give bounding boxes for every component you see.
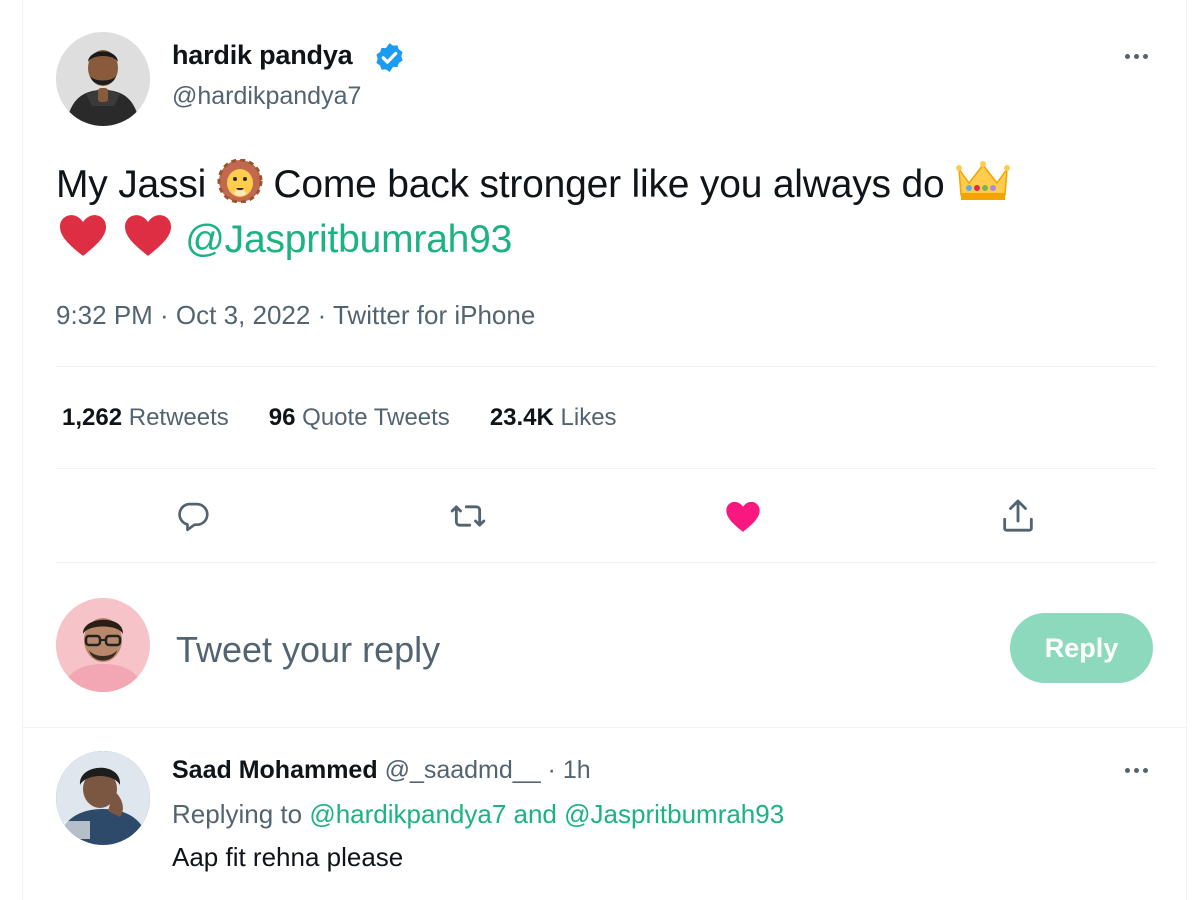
timeline-left-border xyxy=(22,0,23,900)
replying-user-link[interactable]: @hardikpandya7 xyxy=(309,799,506,829)
more-icon[interactable] xyxy=(1116,44,1156,68)
author-avatar[interactable] xyxy=(56,32,150,126)
retweets-label: Retweets xyxy=(128,404,229,431)
replying-prefix: Replying to xyxy=(172,799,303,829)
reply-header: Saad Mohammed @_saadmd__ · 1h xyxy=(172,756,591,785)
more-icon[interactable] xyxy=(1116,758,1156,782)
tweet-text: My Jassi Come back stronger like you alw… xyxy=(56,158,1166,267)
like-icon[interactable] xyxy=(721,494,765,538)
tweet-mention-link[interactable]: @Jaspritbumrah93 xyxy=(185,218,512,261)
divider xyxy=(56,468,1156,469)
replying-and: and xyxy=(513,799,557,829)
retweets-count: 1,262 xyxy=(62,404,123,431)
author-handle[interactable]: @hardikpandya7 xyxy=(172,82,361,111)
divider xyxy=(22,727,1186,728)
retweet-icon[interactable] xyxy=(446,494,490,538)
reply-time[interactable]: · 1h xyxy=(548,756,591,784)
reply-button[interactable]: Reply xyxy=(1010,613,1153,683)
reply-input[interactable] xyxy=(176,626,976,674)
likes-stat[interactable]: 23.4K Likes xyxy=(490,404,617,432)
reply-author-handle[interactable]: @_saadmd__ xyxy=(385,756,541,784)
current-user-avatar[interactable] xyxy=(56,598,150,692)
likes-count: 23.4K xyxy=(489,404,554,431)
author-display-name[interactable]: hardik pandya xyxy=(172,40,353,71)
tweet-stats: 1,262 Retweets 96 Quote Tweets 23.4K Lik… xyxy=(62,404,617,432)
reply-text: Aap fit rehna please xyxy=(172,842,404,872)
reply-author-avatar[interactable] xyxy=(56,751,150,845)
divider xyxy=(56,366,1156,367)
quotes-stat[interactable]: 96 Quote Tweets xyxy=(269,404,450,432)
timeline-right-border xyxy=(1186,0,1187,900)
retweets-stat[interactable]: 1,262 Retweets xyxy=(62,404,229,432)
quotes-label: Quote Tweets xyxy=(302,404,450,431)
heart-emoji xyxy=(124,215,171,256)
heart-emoji xyxy=(60,215,106,256)
tweet-meta[interactable]: 9:32 PM · Oct 3, 2022 · Twitter for iPho… xyxy=(56,300,535,331)
divider xyxy=(56,562,1156,563)
quotes-count: 96 xyxy=(268,404,296,431)
tweet-detail-page: hardik pandya @hardikpandya7 My Jassi Co… xyxy=(0,0,1200,900)
verified-badge-icon xyxy=(376,43,403,72)
share-icon[interactable] xyxy=(996,494,1040,538)
tweet-text-part1: My Jassi xyxy=(56,163,207,206)
lion-emoji xyxy=(217,159,263,203)
likes-label: Likes xyxy=(560,404,617,431)
reply-icon[interactable] xyxy=(171,494,215,538)
crown-emoji xyxy=(956,161,1011,200)
reply-author-name[interactable]: Saad Mohammed xyxy=(172,756,378,784)
replying-to: Replying to @hardikpandya7 and @Jaspritb… xyxy=(172,799,784,830)
replying-user-link[interactable]: @Jaspritbumrah93 xyxy=(564,799,784,829)
tweet-text-part2: Come back stronger like you always do xyxy=(273,163,945,206)
